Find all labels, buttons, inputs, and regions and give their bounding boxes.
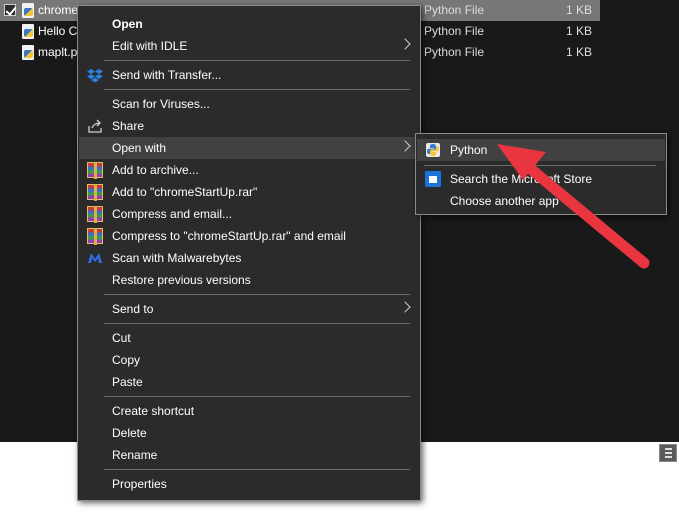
winrar-icon (87, 184, 103, 201)
menu-item-send-to[interactable]: Send to (79, 298, 419, 320)
menu-item-label: Add to archive... (112, 163, 199, 177)
context-menu: Open Edit with IDLE Send with Transfer..… (77, 5, 421, 501)
menu-item-open[interactable]: Open (79, 13, 419, 35)
python-icon (425, 142, 441, 158)
python-file-icon (22, 3, 34, 18)
chevron-right-icon (399, 140, 411, 152)
menu-item-add-archive[interactable]: Add to archive... (79, 159, 419, 181)
menu-item-label: Cut (112, 331, 131, 345)
menu-item-label: Delete (112, 426, 147, 440)
menu-item-label: Send with Transfer... (112, 68, 222, 82)
checkbox-icon[interactable] (4, 4, 16, 16)
winrar-icon (87, 228, 103, 245)
menu-separator (104, 89, 410, 90)
submenu-item-choose-app[interactable]: Choose another app (417, 190, 665, 212)
winrar-icon (87, 162, 103, 179)
menu-item-label: Scan with Malwarebytes (112, 251, 242, 265)
menu-item-edit-idle[interactable]: Edit with IDLE (79, 35, 419, 57)
menu-item-label: Send to (112, 302, 154, 316)
submenu-item-search-store[interactable]: Search the Microsoft Store (417, 168, 665, 190)
menu-separator (104, 323, 410, 324)
microsoft-store-icon (425, 171, 441, 187)
menu-item-send-transfer[interactable]: Send with Transfer... (79, 64, 419, 86)
file-size: 1 KB (565, 45, 592, 59)
python-file-icon (22, 24, 34, 39)
file-type: Python File (424, 45, 485, 59)
menu-item-label: Open (112, 17, 143, 31)
menu-item-compress-email[interactable]: Compress and email... (79, 203, 419, 225)
menu-item-share[interactable]: Share (79, 115, 419, 137)
menu-item-create-shortcut[interactable]: Create shortcut (79, 400, 419, 422)
menu-item-restore-versions[interactable]: Restore previous versions (79, 269, 419, 291)
menu-item-add-rar[interactable]: Add to "chromeStartUp.rar" (79, 181, 419, 203)
chevron-right-icon (399, 38, 411, 50)
menu-separator (424, 165, 656, 166)
menu-item-open-with[interactable]: Open with (79, 137, 419, 159)
submenu-item-python[interactable]: Python (417, 139, 665, 161)
menu-separator (104, 396, 410, 397)
menu-item-scan-viruses[interactable]: Scan for Viruses... (79, 93, 419, 115)
menu-item-properties[interactable]: Properties (79, 473, 419, 495)
share-icon (87, 118, 103, 134)
details-view-button[interactable] (659, 444, 677, 462)
file-type: Python File (424, 3, 485, 17)
chevron-right-icon (399, 301, 411, 313)
menu-item-copy[interactable]: Copy (79, 349, 419, 371)
file-size: 1 KB (565, 24, 592, 38)
file-size: 1 KB (565, 3, 592, 17)
menu-item-label: Paste (112, 375, 143, 389)
submenu-item-label: Python (450, 143, 488, 157)
open-with-submenu: Python Search the Microsoft Store Choose… (415, 133, 667, 215)
menu-item-scan-malwarebytes[interactable]: Scan with Malwarebytes (79, 247, 419, 269)
menu-separator (104, 294, 410, 295)
python-file-icon (22, 45, 34, 60)
submenu-item-label: Search the Microsoft Store (450, 172, 593, 186)
menu-item-compress-rar-email[interactable]: Compress to "chromeStartUp.rar" and emai… (79, 225, 419, 247)
dropbox-icon (87, 67, 103, 83)
menu-item-label: Create shortcut (112, 404, 195, 418)
menu-item-label: Add to "chromeStartUp.rar" (112, 185, 258, 199)
menu-separator (104, 60, 410, 61)
menu-item-label: Compress to "chromeStartUp.rar" and emai… (112, 229, 346, 243)
menu-item-label: Edit with IDLE (112, 39, 188, 53)
menu-item-label: Restore previous versions (112, 273, 251, 287)
menu-item-cut[interactable]: Cut (79, 327, 419, 349)
menu-item-label: Scan for Viruses... (112, 97, 210, 111)
menu-item-label: Properties (112, 477, 167, 491)
menu-item-label: Copy (112, 353, 141, 367)
file-name: maplt.p (38, 45, 78, 59)
winrar-icon (87, 206, 103, 223)
malwarebytes-icon (87, 250, 103, 266)
menu-item-label: Share (112, 119, 145, 133)
menu-item-paste[interactable]: Paste (79, 371, 419, 393)
menu-item-label: Compress and email... (112, 207, 233, 221)
menu-separator (104, 469, 410, 470)
submenu-item-label: Choose another app (450, 194, 559, 208)
file-name: Hello C (38, 24, 78, 38)
file-type: Python File (424, 24, 485, 38)
menu-item-label: Rename (112, 448, 158, 462)
menu-item-rename[interactable]: Rename (79, 444, 419, 466)
menu-item-delete[interactable]: Delete (79, 422, 419, 444)
menu-item-label: Open with (112, 141, 167, 155)
